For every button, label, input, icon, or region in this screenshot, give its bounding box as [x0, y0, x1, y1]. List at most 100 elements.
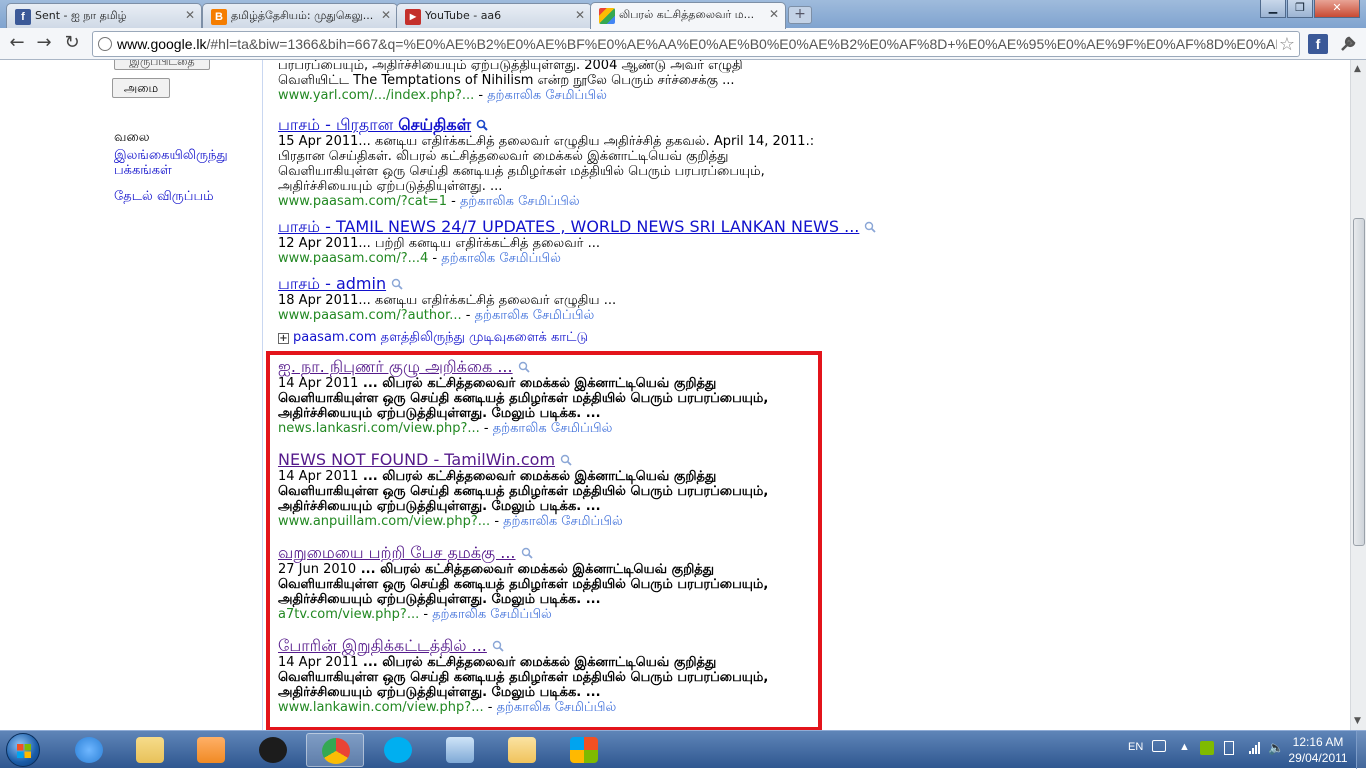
start-button[interactable] — [6, 733, 40, 767]
back-button[interactable]: ← — [4, 32, 30, 56]
vertical-scrollbar[interactable]: ▲ ▼ — [1350, 60, 1366, 730]
maximize-button[interactable]: ❐ — [1287, 0, 1313, 18]
facebook-extension-icon[interactable]: f — [1308, 34, 1328, 54]
title-bold-text: செய்திகள் — [398, 115, 471, 134]
tab-blogger[interactable]: B தமிழ்த்தேசியம்: முதுகெலு... ✕ — [202, 3, 398, 28]
bookmark-star-icon[interactable]: ☆ — [1279, 34, 1295, 55]
search-result: பாசம் - admin 18 Apr 2011... கனடிய எதிர்… — [278, 275, 1078, 324]
language-indicator[interactable]: EN — [1128, 741, 1143, 779]
result-meta: www.paasam.com/?author... - தற்காலிக சேம… — [278, 308, 1078, 323]
result-meta: www.paasam.com/?cat=1 - தற்காலிக சேமிப்ப… — [278, 194, 1078, 209]
set-location-button[interactable]: அமை — [112, 78, 170, 98]
scroll-up-arrow-icon[interactable]: ▲ — [1354, 64, 1361, 74]
volume-icon[interactable]: 🔈 — [1268, 740, 1284, 778]
result-snippet: 18 Apr 2011... கனடிய எதிர்க்கட்சித் தலைவ… — [278, 293, 617, 308]
cached-link[interactable]: தற்காலிக சேமிப்பில் — [487, 88, 607, 103]
more-from-site-domain: paasam.com — [293, 330, 377, 345]
result-title[interactable]: பாசம் - TAMIL NEWS 24/7 UPDATES , WORLD … — [278, 218, 1078, 236]
sidebar-link-search-options[interactable]: தேடல் விருப்பம் — [114, 189, 214, 204]
tab-close-icon[interactable]: ✕ — [575, 8, 585, 22]
tab-close-icon[interactable]: ✕ — [185, 8, 195, 22]
show-desktop-button[interactable] — [1356, 731, 1366, 769]
windows-logo-icon — [17, 744, 31, 758]
tab-title: Sent - ஐ நா தமிழ் — [35, 9, 127, 22]
keyboard-icon[interactable] — [1152, 740, 1166, 752]
taskbar-media-player[interactable] — [182, 733, 240, 767]
preview-magnifier-icon[interactable] — [391, 278, 403, 290]
sidebar-link-sri-lanka-pages[interactable]: இலங்கையிலிருந்து பக்கங்கள் — [114, 148, 264, 178]
google-icon — [599, 8, 615, 24]
show-hidden-icons-icon[interactable]: ▲ — [1179, 741, 1190, 779]
result-snippet: வெளியிட்ட The Temptations of Nihilism என… — [278, 73, 735, 88]
result-snippet: 12 Apr 2011... பற்றி கனடிய எதிர்க்கட்சித… — [278, 236, 600, 251]
preview-magnifier-icon[interactable] — [864, 221, 877, 233]
result-partial: பரபரப்பையும், அதிர்ச்சியையும் ஏற்படுத்தி… — [278, 60, 1078, 103]
tab-close-icon[interactable]: ✕ — [769, 7, 779, 21]
tray-app-icon[interactable] — [1200, 741, 1214, 755]
chrome-icon — [322, 738, 350, 764]
more-from-site-link[interactable]: + paasam.com தளத்திலிருந்து முடிவுகளைக் க… — [278, 330, 588, 346]
search-result: பாசம் - TAMIL NEWS 24/7 UPDATES , WORLD … — [278, 218, 1078, 266]
separator: - — [451, 194, 460, 209]
network-signal-icon[interactable] — [1248, 741, 1262, 755]
location-input[interactable]: இருப்பிடதை — [114, 60, 210, 70]
scroll-down-arrow-icon[interactable]: ▼ — [1354, 716, 1361, 726]
close-window-button[interactable]: ✕ — [1314, 0, 1360, 18]
internet-explorer-icon — [75, 737, 103, 763]
taskbar-picture-viewer[interactable] — [431, 733, 489, 767]
tab-close-icon[interactable]: ✕ — [381, 8, 391, 22]
wrench-menu-icon[interactable] — [1338, 34, 1358, 54]
forward-button[interactable]: → — [31, 32, 57, 56]
windows-taskbar: EN ▲ 🔈 12:16 AM 29/04/2011 — [0, 730, 1366, 769]
result-meta: www.yarl.com/.../index.php?... - தற்காலி… — [278, 88, 1078, 103]
tab-google-search[interactable]: லிபரல் கட்சித்தலைவர் ம... ✕ — [590, 2, 786, 29]
action-center-icon[interactable] — [1224, 741, 1234, 755]
result-snippet: பரபரப்பையும், அதிர்ச்சியையும் ஏற்படுத்தி… — [278, 60, 743, 73]
page-icon — [98, 37, 112, 51]
scrollbar-thumb[interactable] — [1353, 218, 1365, 546]
preview-magnifier-icon[interactable] — [476, 119, 488, 131]
system-clock[interactable]: 12:16 AM 29/04/2011 — [1288, 734, 1348, 766]
left-options-column: இருப்பிடதை அமை வலை இலங்கையிலிருந்து பக்க… — [106, 60, 261, 730]
result-meta: www.paasam.com/?...4 - தற்காலிக சேமிப்பி… — [278, 251, 1078, 266]
result-title[interactable]: பாசம் - admin — [278, 275, 1078, 293]
url-host: www.google.lk — [117, 36, 207, 52]
taskbar-internet-explorer[interactable] — [60, 733, 118, 767]
expand-plus-icon[interactable]: + — [278, 333, 289, 344]
reload-button[interactable]: ↻ — [59, 32, 85, 56]
media-player-icon — [197, 737, 225, 763]
taskbar-hp[interactable] — [244, 733, 302, 767]
cached-link[interactable]: தற்காலிக சேமிப்பில் — [441, 251, 561, 266]
explorer-folder-icon — [136, 737, 164, 763]
tab-title: தமிழ்த்தேசியம்: முதுகெலு... — [231, 9, 374, 22]
tab-title: YouTube - aa6 — [425, 9, 502, 22]
taskbar-chrome[interactable] — [306, 733, 364, 767]
taskbar-outlook[interactable] — [493, 733, 551, 767]
cached-link[interactable]: தற்காலிக சேமிப்பில் — [475, 308, 595, 323]
cached-link[interactable]: தற்காலிக சேமிப்பில் — [460, 194, 580, 209]
facebook-icon: f — [15, 9, 31, 25]
browser-toolbar: ← → ↻ www.google.lk/#hl=ta&biw=1366&bih=… — [0, 28, 1366, 60]
tab-facebook[interactable]: f Sent - ஐ நா தமிழ் ✕ — [6, 3, 202, 28]
title-text: பாசம் - பிரதான — [278, 115, 399, 134]
web-heading: வலை — [114, 130, 150, 145]
minimize-button[interactable]: ▁ — [1260, 0, 1286, 18]
address-bar[interactable]: www.google.lk/#hl=ta&biw=1366&bih=667&q=… — [92, 31, 1300, 57]
separator: - — [478, 88, 488, 103]
new-tab-button[interactable]: + — [788, 6, 812, 24]
taskbar-explorer[interactable] — [121, 733, 179, 767]
tab-youtube[interactable]: ▶ YouTube - aa6 ✕ — [396, 3, 592, 28]
result-url: www.paasam.com/?cat=1 — [278, 194, 447, 209]
skype-icon — [384, 737, 412, 763]
search-result: பாசம் - பிரதான செய்திகள் 15 Apr 2011... … — [278, 116, 1078, 210]
result-url: www.yarl.com/.../index.php?... — [278, 88, 475, 103]
separator: - — [432, 251, 442, 266]
result-title[interactable]: பாசம் - பிரதான செய்திகள் — [278, 116, 1078, 134]
result-snippet: 15 Apr 2011... கனடிய எதிர்க்கட்சித் தலைவ… — [278, 134, 815, 194]
url-path: /#hl=ta&biw=1366&bih=667&q=%E0%AE%B2%E0%… — [206, 36, 1278, 52]
taskbar-windows-app[interactable] — [555, 733, 613, 767]
result-url: www.paasam.com/?author... — [278, 308, 462, 323]
blogger-icon: B — [211, 9, 227, 25]
taskbar-skype[interactable] — [369, 733, 427, 767]
youtube-icon: ▶ — [405, 9, 421, 25]
